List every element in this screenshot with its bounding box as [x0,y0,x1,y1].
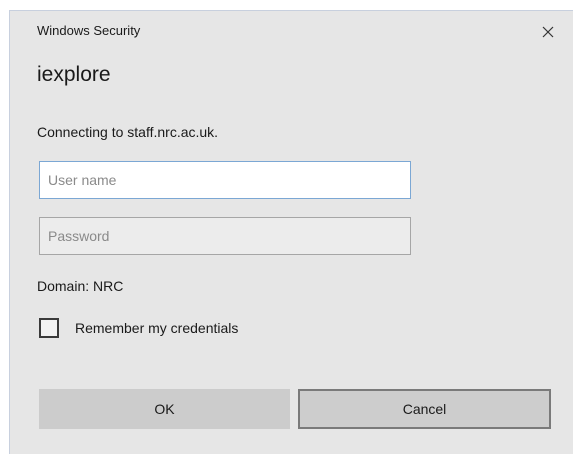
ok-button[interactable]: OK [39,389,290,429]
remember-credentials-checkbox[interactable]: Remember my credentials [39,318,238,338]
connection-message: Connecting to staff.nrc.ac.uk. [37,124,219,140]
title-bar: Windows Security [10,11,573,55]
cancel-button[interactable]: Cancel [298,389,551,429]
remember-credentials-label: Remember my credentials [75,320,239,336]
screen: Windows Security iexplore Connecting to … [0,0,574,455]
close-icon [542,26,554,38]
close-button[interactable] [533,19,563,45]
username-input[interactable] [39,161,411,199]
window-title: Windows Security [37,23,141,38]
password-input[interactable] [39,217,411,255]
domain-label: Domain: NRC [37,278,124,294]
checkbox-box[interactable] [39,318,59,338]
app-name: iexplore [37,63,111,86]
credential-dialog: Windows Security iexplore Connecting to … [9,10,573,454]
